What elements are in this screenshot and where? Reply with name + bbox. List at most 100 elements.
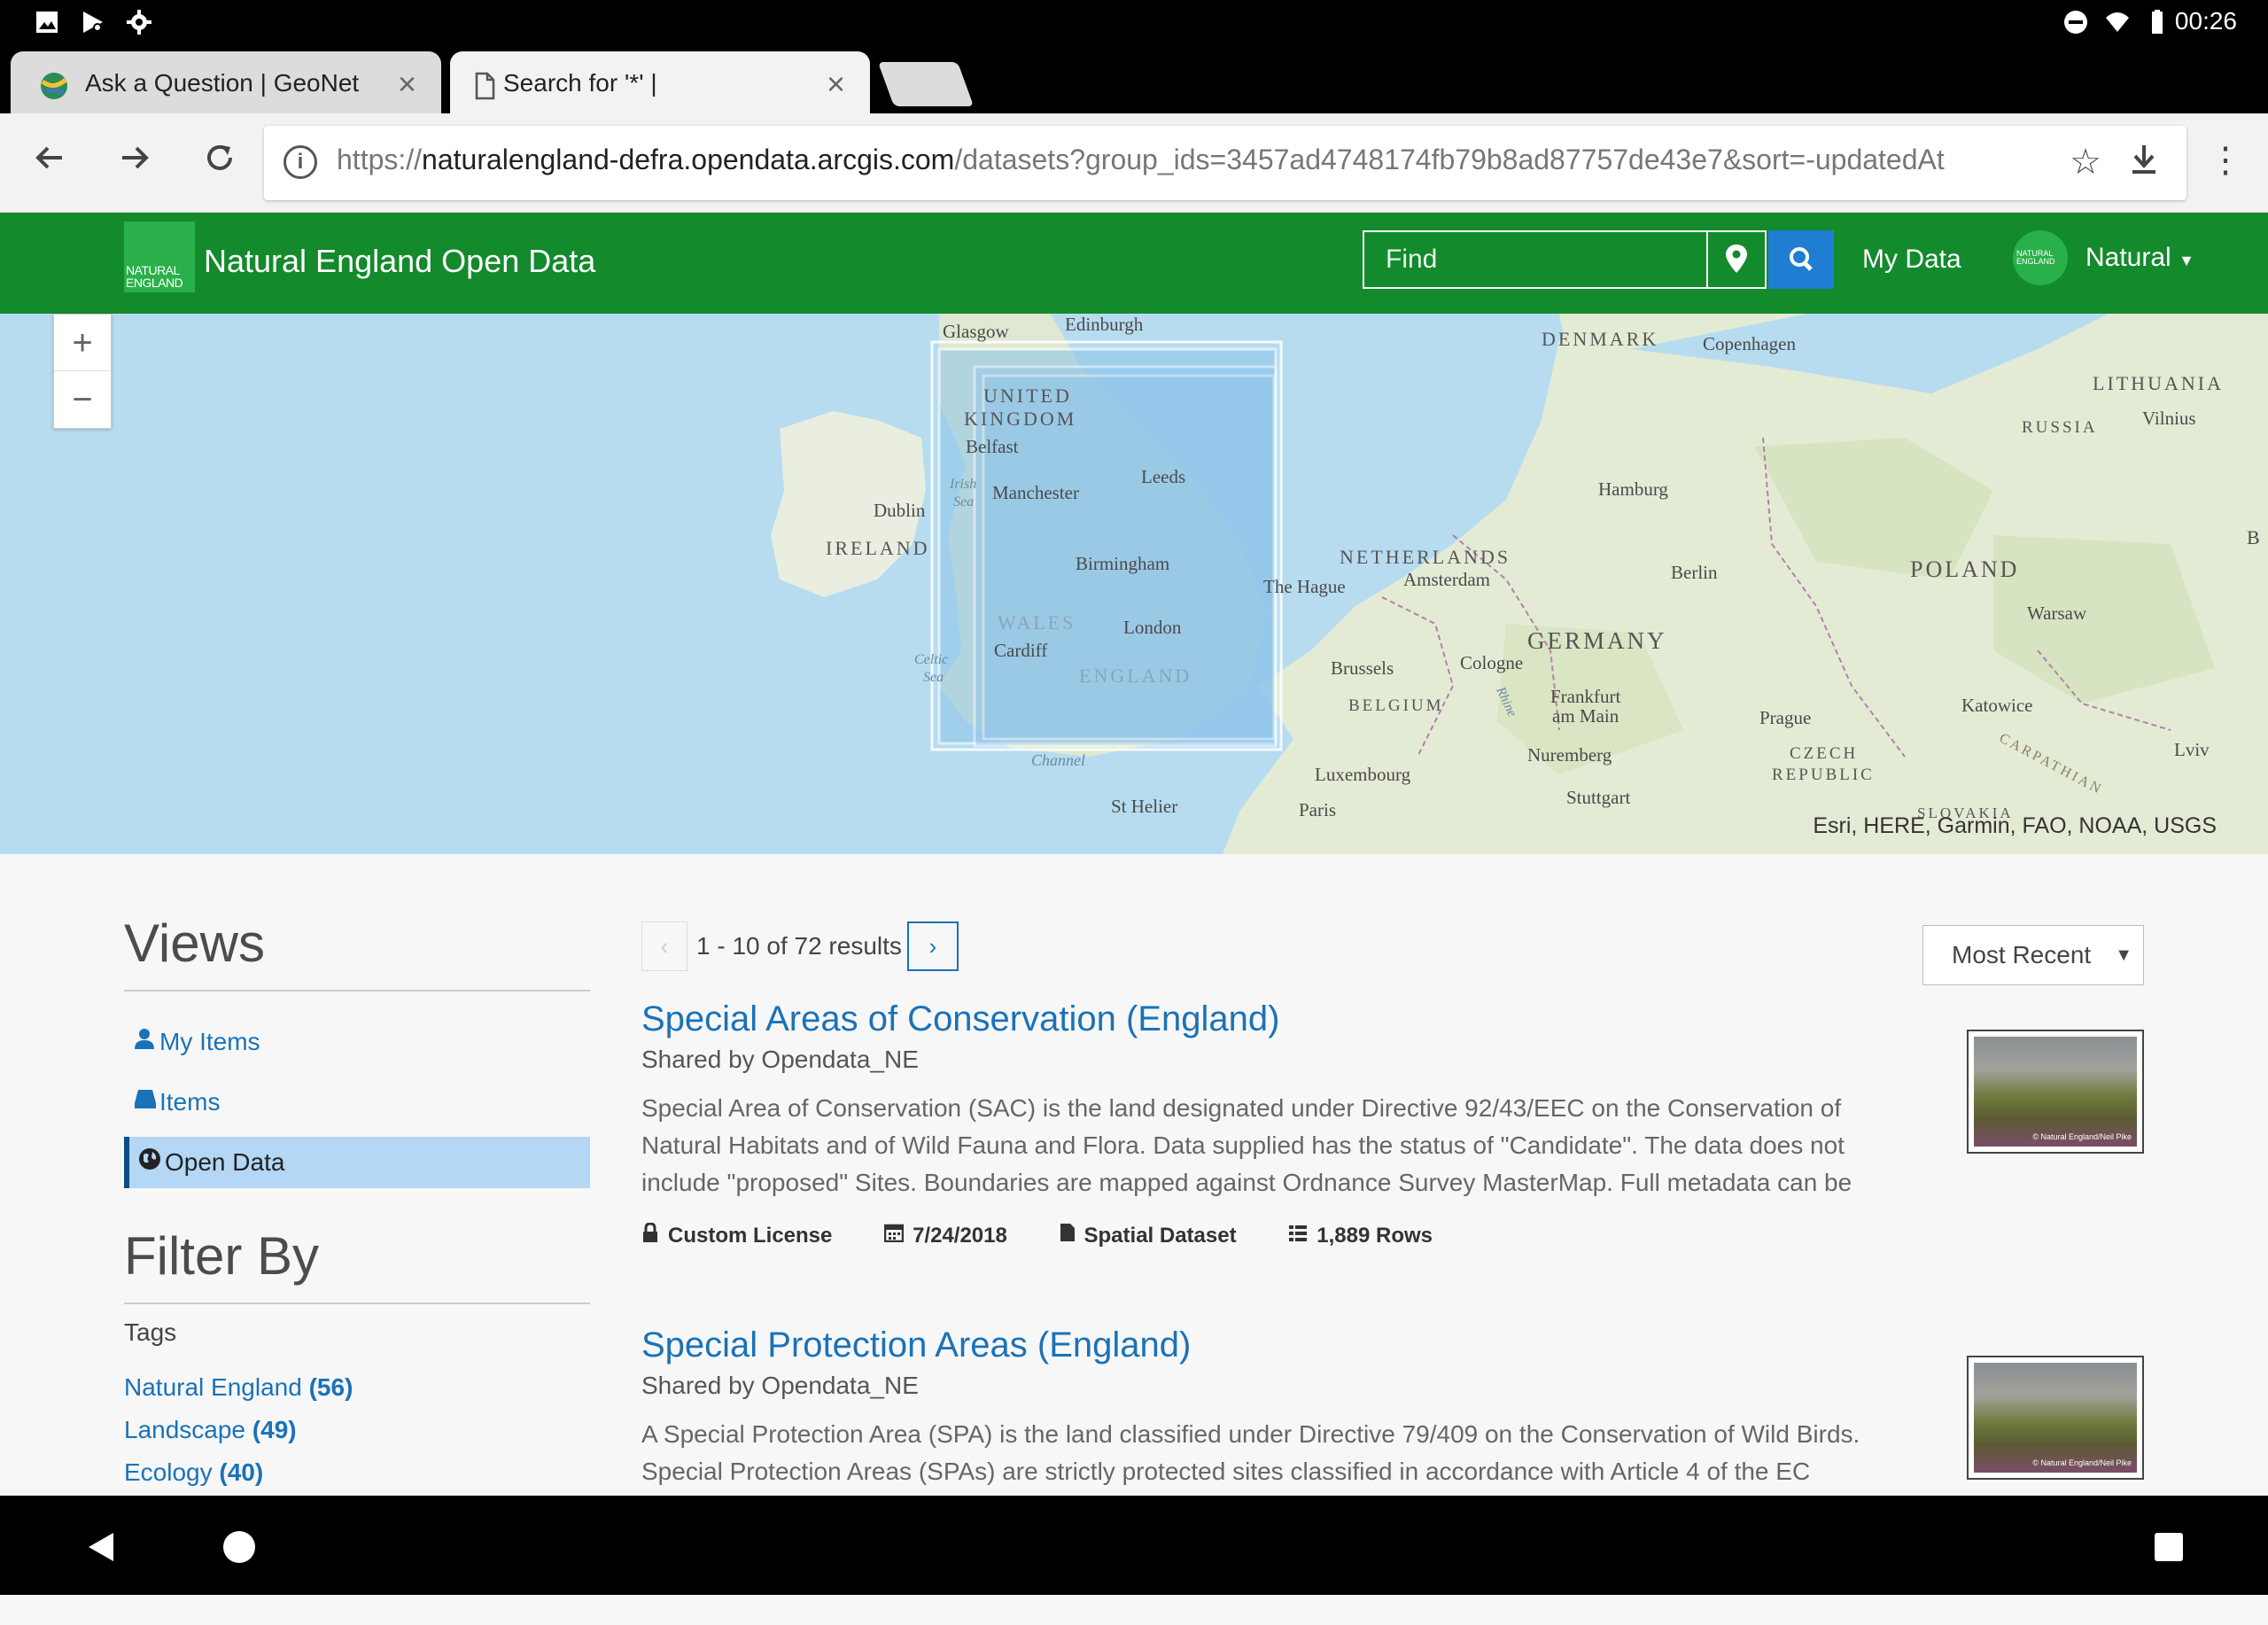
map-label-luxembourg: Luxembourg [1315,764,1411,785]
home-icon[interactable] [221,1529,257,1565]
map-label-berlin: Berlin [1671,562,1718,583]
tag-landscape[interactable]: Landscape (49) [124,1416,590,1444]
result-item: Special Areas of Conservation (England) … [641,998,2144,1299]
sidebar-item-open-data[interactable]: Open Data [124,1137,590,1188]
natural-england-logo[interactable]: NATURAL ENGLAND [124,222,195,292]
overflow-menu-icon[interactable]: ⋮ [2208,140,2243,181]
map-view[interactable]: Glasgow Edinburgh UNITED KINGDOM Belfast… [0,314,2268,854]
result-meta: Custom License 7/24/2018 Spatial Dataset… [641,1222,2144,1248]
back-icon[interactable] [83,1529,119,1565]
map-label-vilnius: Vilnius [2142,408,2196,429]
result-title-link[interactable]: Special Areas of Conservation (England) [641,998,2144,1040]
map-label-amsterdam: Amsterdam [1403,569,1490,590]
globe-icon [138,1137,165,1188]
map-label-czech: CZECH [1790,744,1859,763]
map-label-cologne: Cologne [1460,652,1524,673]
my-data-link[interactable]: My Data [1862,245,1961,275]
caret-down-icon: ▼ [2115,945,2132,965]
map-label-england: ENGLAND [1079,665,1192,687]
result-owner: Shared by Opendata_NE [641,1046,919,1073]
info-icon[interactable]: i [284,145,317,179]
new-tab-button[interactable] [877,62,975,106]
map-label-dublin: Dublin [874,500,926,521]
map-label-stuttgart: Stuttgart [1566,787,1631,808]
tag-ecology[interactable]: Ecology (40) [124,1458,590,1487]
map-label-belfast: Belfast [966,436,1019,457]
calendar-icon [883,1224,905,1248]
forward-arrow-icon[interactable] [110,138,159,188]
result-thumbnail[interactable]: © Natural England/Neil Pike [1967,1030,2144,1154]
rows-text: 1,889 Rows [1317,1224,1433,1248]
map-label-kingdom: KINGDOM [964,408,1077,430]
url-text[interactable]: https://naturalengland-defra.opendata.ar… [337,144,1945,176]
address-bar[interactable]: i https://naturalengland-defra.opendata.… [264,126,2186,200]
location-button[interactable] [1706,230,1767,289]
zoom-in-button[interactable]: + [54,315,111,371]
map-label-russia: RUSSIA [2022,418,2098,437]
zoom-control: + − [53,314,112,429]
image-icon [36,12,58,33]
caret-down-icon: ▼ [2179,252,2194,269]
sidebar: Views My Items Items Open Data Filter By… [124,913,590,1487]
user-menu[interactable]: Natural ▼ [2085,243,2194,273]
settings-gear-icon [127,10,151,35]
map-label-brussels: Brussels [1331,657,1394,679]
map-label-manchester: Manchester [992,482,1079,503]
tab-geonet[interactable]: Ask a Question | GeoNet × [11,51,441,113]
site-header: NATURAL ENGLAND Natural England Open Dat… [0,213,2268,314]
map-label-belgium: BELGIUM [1348,696,1444,715]
sort-select[interactable]: Most Recent ▼ [1922,925,2144,985]
map-label-ireland: IRELAND [826,537,930,559]
sidebar-item-my-items[interactable]: My Items [124,1016,590,1068]
tab-search[interactable]: Search for '*' | × [450,51,870,113]
user-icon [133,1016,159,1068]
search-button[interactable] [1768,230,1834,289]
recents-icon[interactable] [2151,1529,2186,1565]
globe-favicon [41,73,67,99]
status-bar: 00:26 [0,0,2268,44]
pagination: ‹ 1 - 10 of 72 results › [641,921,2144,971]
system-nav-bar [0,1496,2268,1595]
map-label-london: London [1123,617,1182,638]
download-icon[interactable] [2128,142,2160,186]
bookmark-star-icon[interactable]: ☆ [2070,142,2101,183]
map-label-b: B [2247,526,2260,548]
map-label-netherlands: NETHERLANDS [1340,546,1511,568]
search-icon [1790,247,1813,271]
table-icon [1288,1224,1308,1248]
map-label-paris: Paris [1299,799,1336,820]
map-label-lviv: Lviv [2174,739,2210,760]
filter-by-heading: Filter By [124,1225,590,1304]
reload-icon[interactable] [195,138,245,188]
find-input[interactable] [1364,232,1706,287]
zoom-out-button[interactable]: − [54,371,111,428]
result-title-link[interactable]: Special Protection Areas (England) [641,1324,2144,1366]
tag-natural-england[interactable]: Natural England (56) [124,1373,590,1402]
next-page-button[interactable]: › [907,921,959,971]
license-text: Custom License [668,1224,833,1248]
map-label-united: UNITED [983,385,1072,407]
sidebar-item-items[interactable]: Items [124,1077,590,1128]
type-text: Spatial Dataset [1084,1224,1237,1248]
map-label-irish-sea-2: Sea [953,494,975,509]
close-tab-icon[interactable]: × [827,66,845,103]
play-store-icon [83,12,103,33]
location-pin-icon [1726,245,1747,273]
tab-title: Search for '*' | [503,69,657,97]
tab-title: Ask a Question | GeoNet [85,69,360,97]
map-label-birmingham: Birmingham [1076,553,1170,574]
map-label-st-helier: St Helier [1111,796,1178,817]
previous-page-button[interactable]: ‹ [641,921,687,971]
map-label-hamburg: Hamburg [1598,478,1668,500]
result-owner: Shared by Opendata_NE [641,1372,919,1399]
close-tab-icon[interactable]: × [398,66,416,103]
find-box[interactable] [1363,230,1708,289]
result-thumbnail[interactable]: © Natural England/Neil Pike [1967,1356,2144,1480]
avatar[interactable]: NATURAL ENGLAND [2013,230,2068,285]
back-arrow-icon[interactable] [25,138,74,188]
browser-toolbar: i https://naturalengland-defra.opendata.… [0,113,2268,213]
map-label-celtic: Celtic [914,652,949,667]
map-label-warsaw: Warsaw [2027,603,2087,624]
site-title[interactable]: Natural England Open Data [204,243,595,280]
do-not-disturb-icon [2064,11,2087,34]
